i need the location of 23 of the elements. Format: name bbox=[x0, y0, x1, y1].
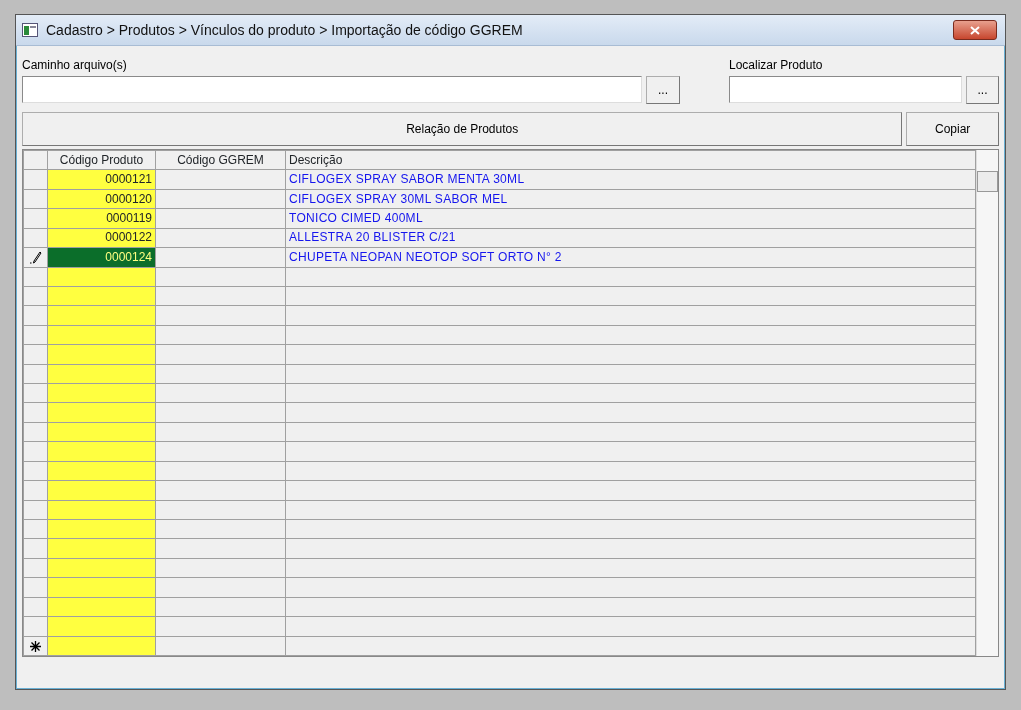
column-header: Descrição bbox=[285, 150, 976, 170]
browse-button[interactable]: ... bbox=[646, 76, 680, 104]
search-field[interactable] bbox=[729, 76, 962, 103]
file-path-field[interactable] bbox=[22, 76, 642, 103]
table-cell: CIFLOGEX SPRAY SABOR MENTA 30ML bbox=[285, 169, 976, 190]
asterisk-icon bbox=[30, 640, 41, 652]
scrollbar[interactable] bbox=[976, 150, 998, 656]
table-cell: ALLESTRA 20 BLISTER C/21 bbox=[285, 228, 976, 248]
close-button[interactable] bbox=[953, 20, 997, 40]
table-cell: CHUPETA NEOPAN NEOTOP SOFT ORTO N° 2 bbox=[285, 247, 976, 268]
column-header: Código GGREM bbox=[155, 150, 286, 170]
browse-button[interactable]: ... bbox=[966, 76, 999, 104]
table-cell: TONICO CIMED 400ML bbox=[285, 208, 976, 229]
window-icon bbox=[22, 23, 38, 37]
field-label: Localizar Produto bbox=[729, 58, 824, 72]
close-icon bbox=[970, 25, 980, 35]
column-header: Código Produto bbox=[47, 150, 156, 170]
copy-button[interactable]: Copiar bbox=[906, 112, 999, 146]
product-list-button[interactable]: Relação de Produtos bbox=[22, 112, 903, 146]
table-cell: CIFLOGEX SPRAY 30ML SABOR MEL bbox=[285, 189, 976, 209]
window-title: Cadastro > Produtos > Vínculos do produto > Importação de código GGREM bbox=[46, 20, 524, 40]
scrollbar-thumb[interactable] bbox=[977, 171, 998, 192]
field-label: Caminho arquivo(s) bbox=[22, 58, 128, 72]
